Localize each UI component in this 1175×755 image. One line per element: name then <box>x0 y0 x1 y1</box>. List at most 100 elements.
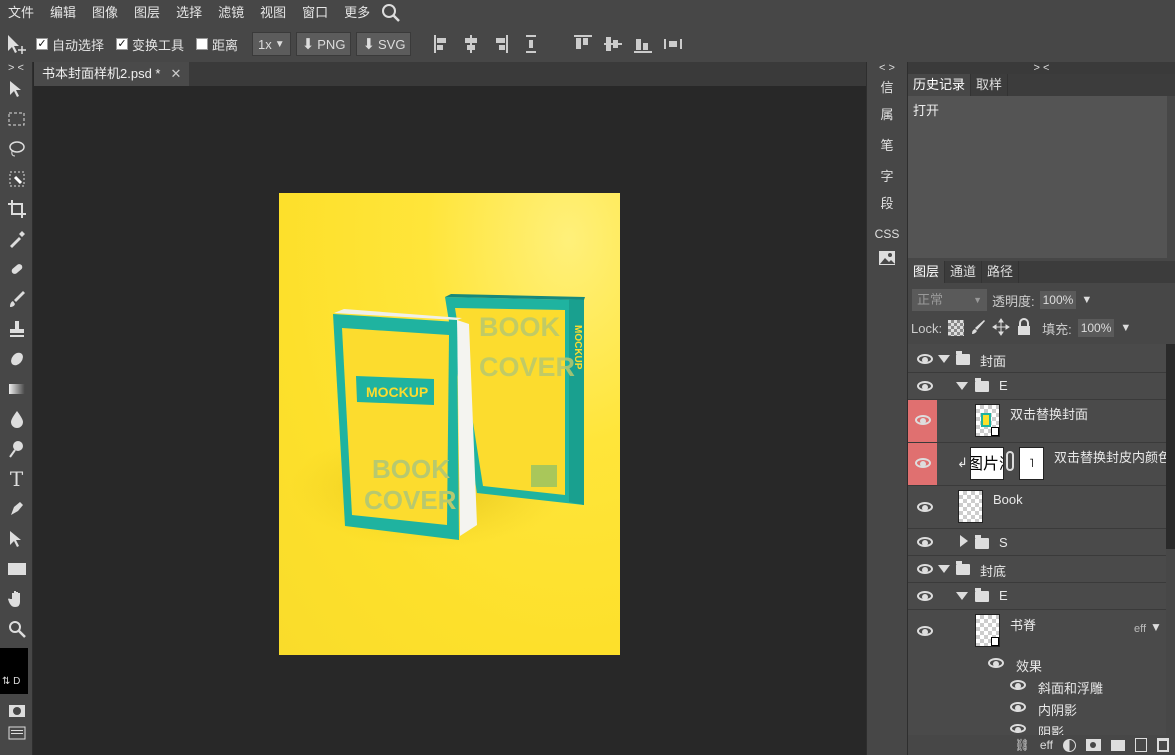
chevron-down-icon[interactable] <box>938 355 950 363</box>
quick-select-tool-icon[interactable] <box>0 164 33 194</box>
menu-layer[interactable]: 图层 <box>126 0 168 26</box>
layer-row-e-group-2[interactable]: E <box>908 583 1166 610</box>
layer-row-replace-cover[interactable]: 双击替换封面 <box>908 400 1166 443</box>
right-panel-toggle[interactable]: > < <box>908 62 1175 74</box>
lock-brush-icon[interactable] <box>970 319 986 338</box>
menu-select[interactable]: 选择 <box>168 0 210 26</box>
foreground-color[interactable] <box>0 648 28 670</box>
menu-more[interactable]: 更多 <box>336 0 378 26</box>
fill-input[interactable]: 100% <box>1077 319 1115 337</box>
eye-icon[interactable] <box>917 537 933 547</box>
chevron-down-icon[interactable] <box>938 565 950 573</box>
brush-panel-button[interactable]: 笔 <box>867 132 907 159</box>
tab-history[interactable]: 历史记录 <box>908 74 972 96</box>
menu-window[interactable]: 窗口 <box>294 0 336 26</box>
add-mask-icon[interactable] <box>1086 739 1101 751</box>
eyedropper-tool-icon[interactable] <box>0 224 33 254</box>
crop-tool-icon[interactable] <box>0 194 33 224</box>
tab-channels[interactable]: 通道 <box>945 261 983 283</box>
document-canvas[interactable]: BOOK COVER MOCKUP MOCKUP BOOK COVER <box>279 193 620 655</box>
eye-icon[interactable] <box>988 658 1004 668</box>
eye-icon[interactable] <box>915 458 931 468</box>
link-layers-icon[interactable]: ⛓ <box>1015 738 1030 752</box>
lock-transparency-icon[interactable] <box>948 320 965 336</box>
tab-paths[interactable]: 路径 <box>982 261 1020 283</box>
align-top-icon[interactable] <box>574 35 593 53</box>
path-select-tool-icon[interactable] <box>0 524 33 554</box>
export-svg-button[interactable]: ⬇ SVG <box>356 32 412 56</box>
chevron-down-icon[interactable]: ▼ <box>1120 322 1131 334</box>
document-tab[interactable]: 书本封面样机2.psd * ✕ <box>34 62 190 86</box>
layer-row-cover-group[interactable]: 封面 <box>908 344 1166 373</box>
menu-edit[interactable]: 编辑 <box>42 0 84 26</box>
blur-tool-icon[interactable] <box>0 404 33 434</box>
zoom-tool-icon[interactable] <box>0 614 33 644</box>
menu-filter[interactable]: 滤镜 <box>210 0 252 26</box>
layer-row-spine[interactable]: 书脊 eff ▼ 效果 斜面和浮雕 内阴影 阴影 <box>908 610 1166 735</box>
css-panel-button[interactable]: CSS <box>867 221 907 248</box>
add-effect-button[interactable]: eff <box>1040 738 1053 752</box>
eye-icon[interactable] <box>917 564 933 574</box>
link-icon[interactable] <box>1006 451 1014 471</box>
marquee-tool-icon[interactable] <box>0 104 33 134</box>
type-tool-icon[interactable]: T <box>0 464 33 494</box>
toolbar-collapse-toggle[interactable]: > < <box>0 62 32 74</box>
tab-sample[interactable]: 取样 <box>971 74 1009 96</box>
close-icon[interactable]: ✕ <box>170 62 181 86</box>
opacity-input[interactable]: 100% <box>1039 291 1077 309</box>
transform-tools-checkbox[interactable]: ✓ 变换工具 <box>116 35 184 54</box>
properties-panel-button[interactable]: 属 <box>867 101 907 128</box>
align-center-h-icon[interactable] <box>464 35 478 53</box>
eye-icon[interactable] <box>917 591 933 601</box>
layer-mask-thumbnail[interactable]: ˥ <box>1019 447 1044 480</box>
layer-row-e-group[interactable]: E <box>908 373 1166 400</box>
chevron-down-icon[interactable] <box>956 382 968 390</box>
chevron-down-icon[interactable]: ▼ <box>1150 620 1162 634</box>
effects-badge[interactable]: eff <box>1134 623 1146 635</box>
search-icon[interactable] <box>380 2 402 24</box>
layer-row-back-cover-group[interactable]: 封底 <box>908 556 1166 583</box>
chevron-down-icon[interactable] <box>956 592 968 600</box>
background-color[interactable]: ⇅ D <box>0 670 28 694</box>
image-icon[interactable] <box>867 248 907 275</box>
export-png-button[interactable]: ⬇ PNG <box>295 32 352 56</box>
effect-inner-shadow[interactable]: 内阴影 <box>1038 700 1077 719</box>
new-layer-icon[interactable] <box>1135 738 1147 752</box>
gradient-tool-icon[interactable] <box>0 374 33 404</box>
zoom-select[interactable]: 1x ▼ <box>252 32 291 56</box>
screen-mode-icon[interactable] <box>0 722 33 744</box>
paragraph-panel-button[interactable]: 段 <box>867 190 907 217</box>
color-swatches[interactable]: ⇅ D <box>0 648 33 700</box>
distribute-h-icon[interactable] <box>524 35 538 53</box>
move-tool-icon[interactable] <box>0 74 33 104</box>
layer-row-replace-color[interactable]: ↲ 图片浏 ˥ 双击替换封皮内颜色 <box>908 443 1166 486</box>
trash-icon[interactable] <box>1157 738 1169 752</box>
align-right-icon[interactable] <box>494 35 509 53</box>
dodge-tool-icon[interactable] <box>0 434 33 464</box>
layer-row-book[interactable]: Book <box>908 486 1166 529</box>
quick-mask-icon[interactable] <box>0 700 33 722</box>
eye-icon[interactable] <box>917 626 933 636</box>
eye-icon[interactable] <box>915 415 931 425</box>
align-middle-v-icon[interactable] <box>604 35 623 53</box>
eye-icon[interactable] <box>1010 724 1026 733</box>
lock-position-icon[interactable] <box>992 317 1010 339</box>
blend-mode-select[interactable]: 正常 ▼ <box>912 289 987 311</box>
distance-checkbox[interactable]: 距离 <box>196 35 238 54</box>
chevron-down-icon[interactable]: ▼ <box>1081 294 1092 306</box>
effect-drop-shadow[interactable]: 阴影 <box>1038 722 1064 735</box>
align-bottom-icon[interactable] <box>634 35 653 53</box>
lasso-tool-icon[interactable] <box>0 134 33 164</box>
adjustment-layer-icon[interactable] <box>1063 738 1076 752</box>
effect-bevel-emboss[interactable]: 斜面和浮雕 <box>1038 678 1103 697</box>
eye-icon[interactable] <box>917 381 933 391</box>
layer-list-scrollbar[interactable] <box>1166 344 1175 549</box>
history-item[interactable]: 打开 <box>908 96 1167 123</box>
eraser-tool-icon[interactable] <box>0 344 33 374</box>
chevron-right-icon[interactable] <box>960 535 968 547</box>
menu-file[interactable]: 文件 <box>0 0 42 26</box>
rectangle-tool-icon[interactable] <box>0 554 33 584</box>
eye-icon[interactable] <box>1010 680 1026 690</box>
brush-tool-icon[interactable] <box>0 284 33 314</box>
align-left-icon[interactable] <box>434 35 448 53</box>
